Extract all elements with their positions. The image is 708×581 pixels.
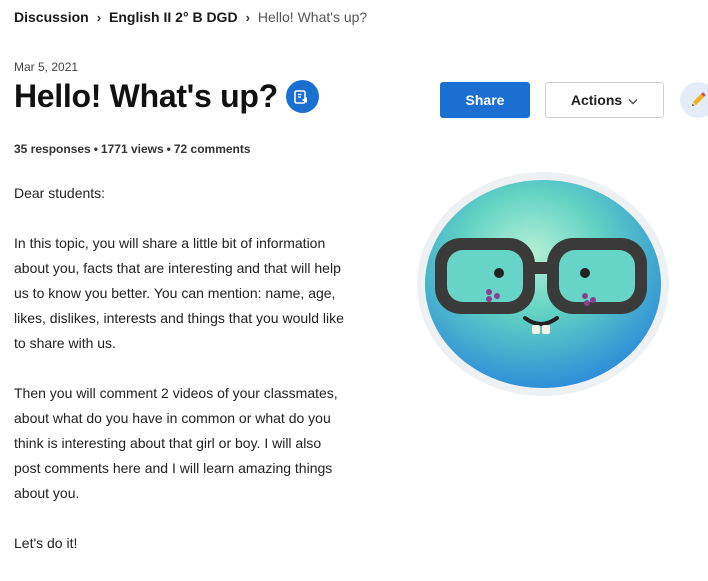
breadcrumb-course[interactable]: English II 2° B DGD bbox=[109, 9, 238, 25]
breadcrumb: Discussion › English II 2° B DGD › Hello… bbox=[14, 9, 367, 25]
separator-dot: • bbox=[166, 142, 171, 156]
breadcrumb-current: Hello! What's up? bbox=[257, 9, 368, 25]
share-button[interactable]: Share bbox=[440, 82, 530, 118]
post-paragraph: Dear students: bbox=[14, 185, 106, 201]
post-paragraph: In this topic, you will share a little b… bbox=[14, 235, 344, 351]
chevron-down-icon bbox=[628, 92, 638, 108]
actions-button[interactable]: Actions bbox=[545, 82, 664, 118]
actions-label: Actions bbox=[570, 92, 623, 108]
post-paragraph: Then you will comment 2 videos of your c… bbox=[14, 385, 338, 501]
chevron-right-icon: › bbox=[245, 9, 250, 25]
post-paragraph: Let's do it! bbox=[14, 535, 78, 551]
comments-count: 72 comments bbox=[173, 142, 251, 156]
post-date: Mar 5, 2021 bbox=[14, 60, 79, 74]
breadcrumb-discussion[interactable]: Discussion bbox=[14, 9, 89, 25]
page-title: Hello! What's up? bbox=[14, 78, 278, 114]
chevron-right-icon: › bbox=[96, 9, 102, 25]
immersive-reader-icon[interactable] bbox=[285, 80, 319, 113]
title-row: Hello! What's up? bbox=[14, 78, 319, 115]
views-count: 1771 views bbox=[100, 142, 164, 156]
post-body: Dear students: In this topic, you will s… bbox=[14, 181, 344, 581]
glasses-character-avatar bbox=[413, 166, 673, 396]
responses-count: 35 responses bbox=[14, 142, 91, 156]
separator-dot: • bbox=[93, 142, 98, 156]
pencil-icon[interactable] bbox=[680, 82, 708, 118]
post-stats: 35 responses • 1771 views • 72 comments bbox=[14, 142, 251, 156]
